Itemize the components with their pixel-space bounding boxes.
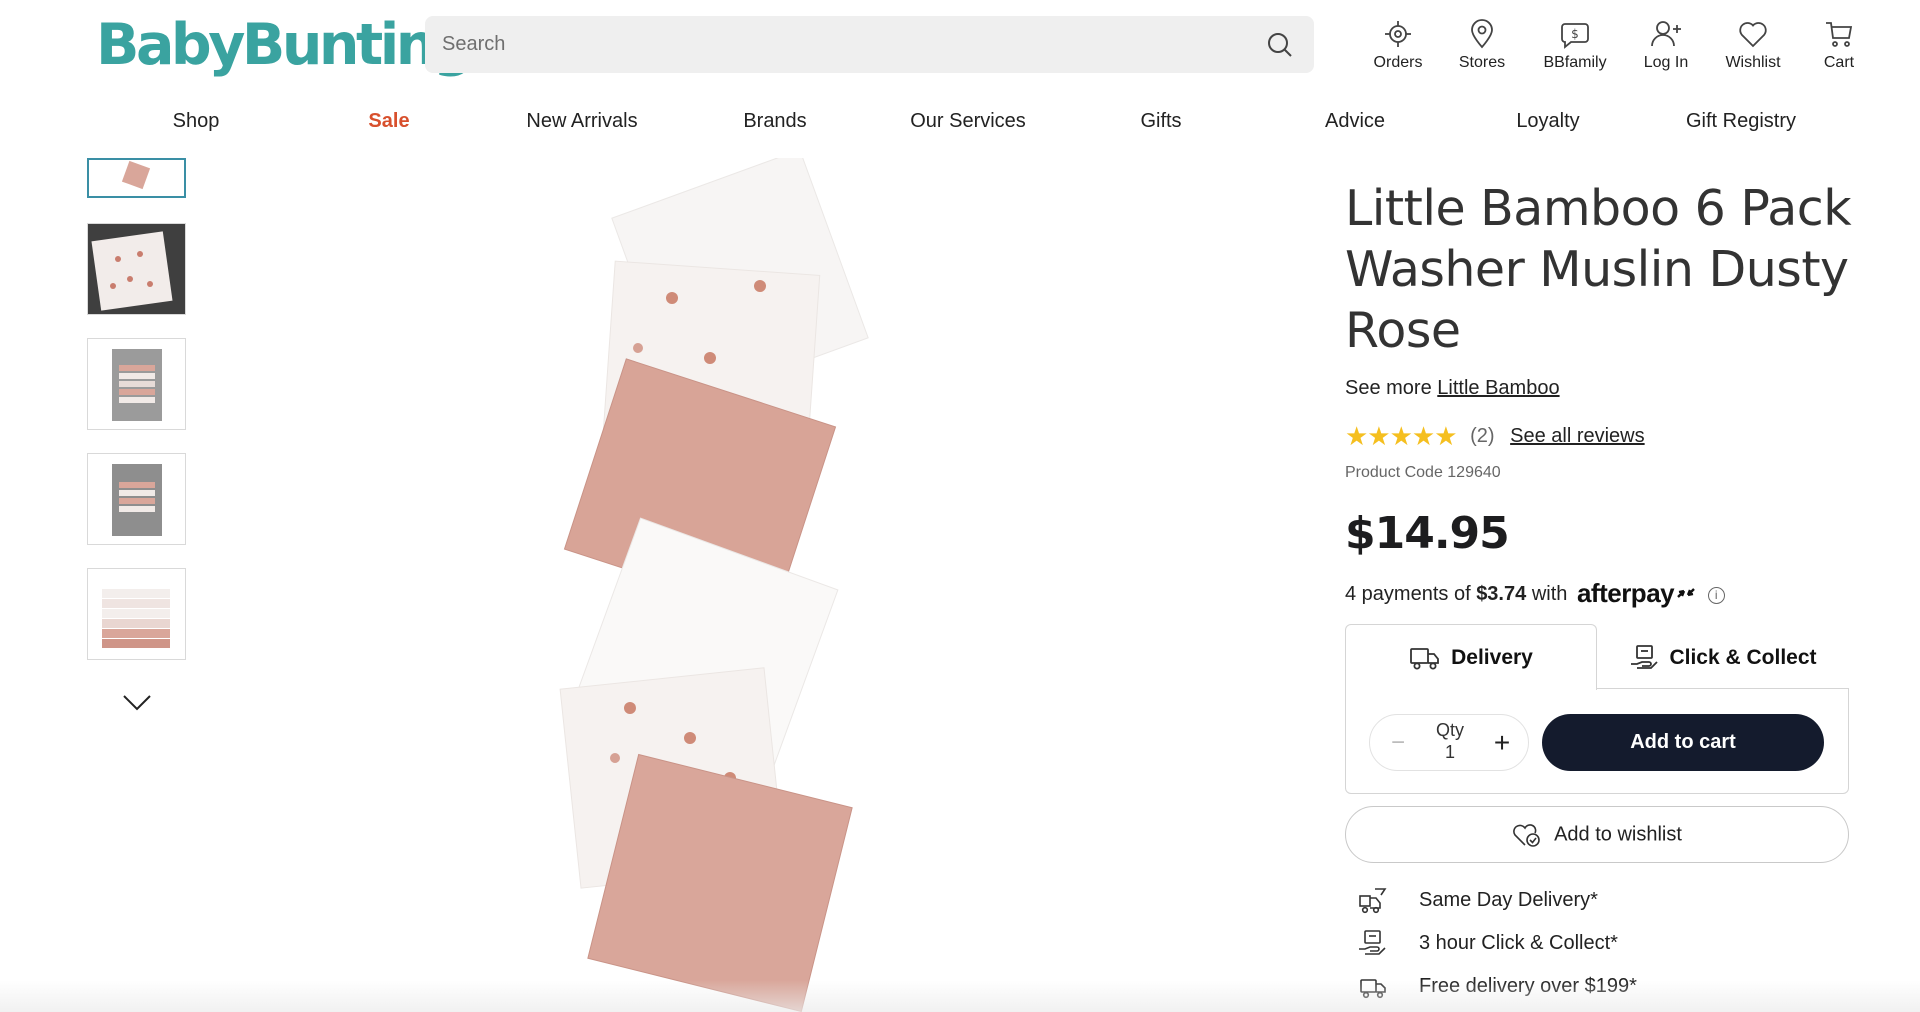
nav-shop[interactable]: Shop — [173, 110, 220, 133]
thumbnail-2[interactable] — [87, 223, 186, 315]
main-product-image — [559, 158, 869, 1012]
heart-plus-icon — [1513, 823, 1540, 847]
product-price: $14.95 — [1345, 508, 1510, 559]
click-collect-icon — [1631, 645, 1659, 669]
see-all-reviews-link[interactable]: See all reviews — [1510, 425, 1645, 448]
quantity-increase-button[interactable]: + — [1490, 727, 1514, 759]
tab-delivery-label: Delivery — [1451, 646, 1533, 669]
tab-click-collect-label: Click & Collect — [1669, 646, 1817, 669]
user-plus-icon — [1651, 21, 1681, 47]
info-icon[interactable]: i — [1707, 587, 1725, 604]
bbfamily-label: BBfamily — [1543, 54, 1607, 71]
search-icon[interactable] — [1266, 31, 1294, 59]
heart-icon — [1739, 22, 1767, 48]
click-collect-icon — [1359, 930, 1386, 955]
see-more-prefix: See more — [1345, 377, 1432, 399]
see-more-brand: See more Little Bamboo — [1345, 377, 1560, 400]
afterpay-amount: $3.74 — [1476, 583, 1527, 605]
bbfamily-button[interactable]: $ BBfamily — [1530, 18, 1620, 72]
login-label: Log In — [1643, 54, 1689, 71]
thumbnail-1[interactable] — [87, 158, 186, 198]
star-rating-icon: ★★★★★ — [1345, 421, 1458, 451]
afterpay-with: with — [1531, 583, 1568, 605]
bbfamily-icon: $ — [1561, 23, 1589, 49]
baby-bunting-logo[interactable]: BabyBunting — [96, 10, 474, 80]
nav-brands[interactable]: Brands — [743, 110, 806, 133]
nav-sale[interactable]: Sale — [368, 110, 409, 133]
site-header: BabyBunting Orders Stores $ BBfamily — [0, 0, 1920, 92]
cart-label: Cart — [1823, 54, 1855, 71]
quantity-decrease-button[interactable]: − — [1386, 729, 1410, 757]
nav-advice[interactable]: Advice — [1325, 110, 1385, 133]
nav-our-services[interactable]: Our Services — [910, 110, 1026, 133]
orders-icon — [1385, 21, 1411, 47]
thumbnail-3[interactable] — [87, 338, 186, 430]
orders-button[interactable]: Orders — [1353, 18, 1443, 72]
stores-button[interactable]: Stores — [1437, 18, 1527, 72]
free-delivery-label: Free delivery over $199* — [1419, 975, 1637, 997]
quantity-label: Qty — [1435, 720, 1464, 740]
tab-delivery[interactable]: Delivery — [1345, 624, 1597, 690]
free-delivery-truck-icon — [1360, 979, 1386, 999]
stores-label: Stores — [1458, 54, 1506, 71]
product-rating: ★★★★★ (2) See all reviews — [1345, 421, 1645, 451]
search-bar[interactable] — [425, 16, 1314, 73]
chevron-down-icon[interactable] — [122, 690, 152, 714]
header-icon-bar: Orders Stores $ BBfamily Log In Wishlist… — [1320, 18, 1854, 78]
tab-click-collect[interactable]: Click & Collect — [1597, 624, 1849, 690]
feature-same-day-delivery: Same Day Delivery* — [1357, 884, 1777, 918]
product-code: Product Code 129640 — [1345, 464, 1501, 481]
thumbnail-5[interactable] — [87, 568, 186, 660]
add-to-wishlist-button[interactable]: Add to wishlist — [1345, 806, 1849, 863]
product-title: Little Bamboo 6 Pack Washer Muslin Dusty… — [1345, 180, 1852, 359]
quantity-stepper[interactable]: − Qty 1 + — [1369, 714, 1529, 771]
feature-free-delivery: Free delivery over $199* — [1357, 970, 1777, 1004]
svg-text:$: $ — [1571, 27, 1579, 41]
orders-label: Orders — [1373, 54, 1423, 71]
wishlist-button[interactable]: Wishlist — [1708, 18, 1798, 72]
thumbnail-4[interactable] — [87, 453, 186, 545]
login-button[interactable]: Log In — [1621, 18, 1711, 72]
wishlist-label: Wishlist — [1725, 54, 1781, 71]
location-pin-icon — [1471, 19, 1493, 49]
cart-button[interactable]: Cart — [1794, 18, 1884, 72]
click-collect-label: 3 hour Click & Collect* — [1419, 932, 1618, 954]
cart-icon — [1826, 22, 1853, 47]
afterpay-logo: afterpay — [1576, 578, 1675, 608]
search-input[interactable] — [425, 16, 1225, 73]
brand-link[interactable]: Little Bamboo — [1437, 377, 1559, 399]
same-day-delivery-icon — [1359, 888, 1387, 914]
nav-new-arrivals[interactable]: New Arrivals — [526, 110, 637, 133]
nav-gifts[interactable]: Gifts — [1140, 110, 1181, 133]
add-to-cart-button[interactable]: Add to cart — [1542, 714, 1824, 771]
feature-click-collect: 3 hour Click & Collect* — [1357, 927, 1777, 961]
delivery-truck-icon — [1410, 648, 1440, 670]
afterpay-arrows-icon — [1677, 588, 1695, 598]
main-navigation: Shop Sale New Arrivals Brands Our Servic… — [0, 110, 1920, 146]
nav-gift-registry[interactable]: Gift Registry — [1686, 110, 1796, 133]
quantity-value: 1 — [1444, 742, 1455, 762]
add-to-wishlist-label: Add to wishlist — [1554, 823, 1682, 845]
same-day-delivery-label: Same Day Delivery* — [1419, 889, 1598, 911]
review-count: (2) — [1470, 425, 1495, 447]
afterpay-prefix: 4 payments of — [1345, 583, 1471, 605]
afterpay-info: 4 payments of $3.74 with afterpay i — [1345, 578, 1725, 609]
nav-loyalty[interactable]: Loyalty — [1516, 110, 1579, 133]
